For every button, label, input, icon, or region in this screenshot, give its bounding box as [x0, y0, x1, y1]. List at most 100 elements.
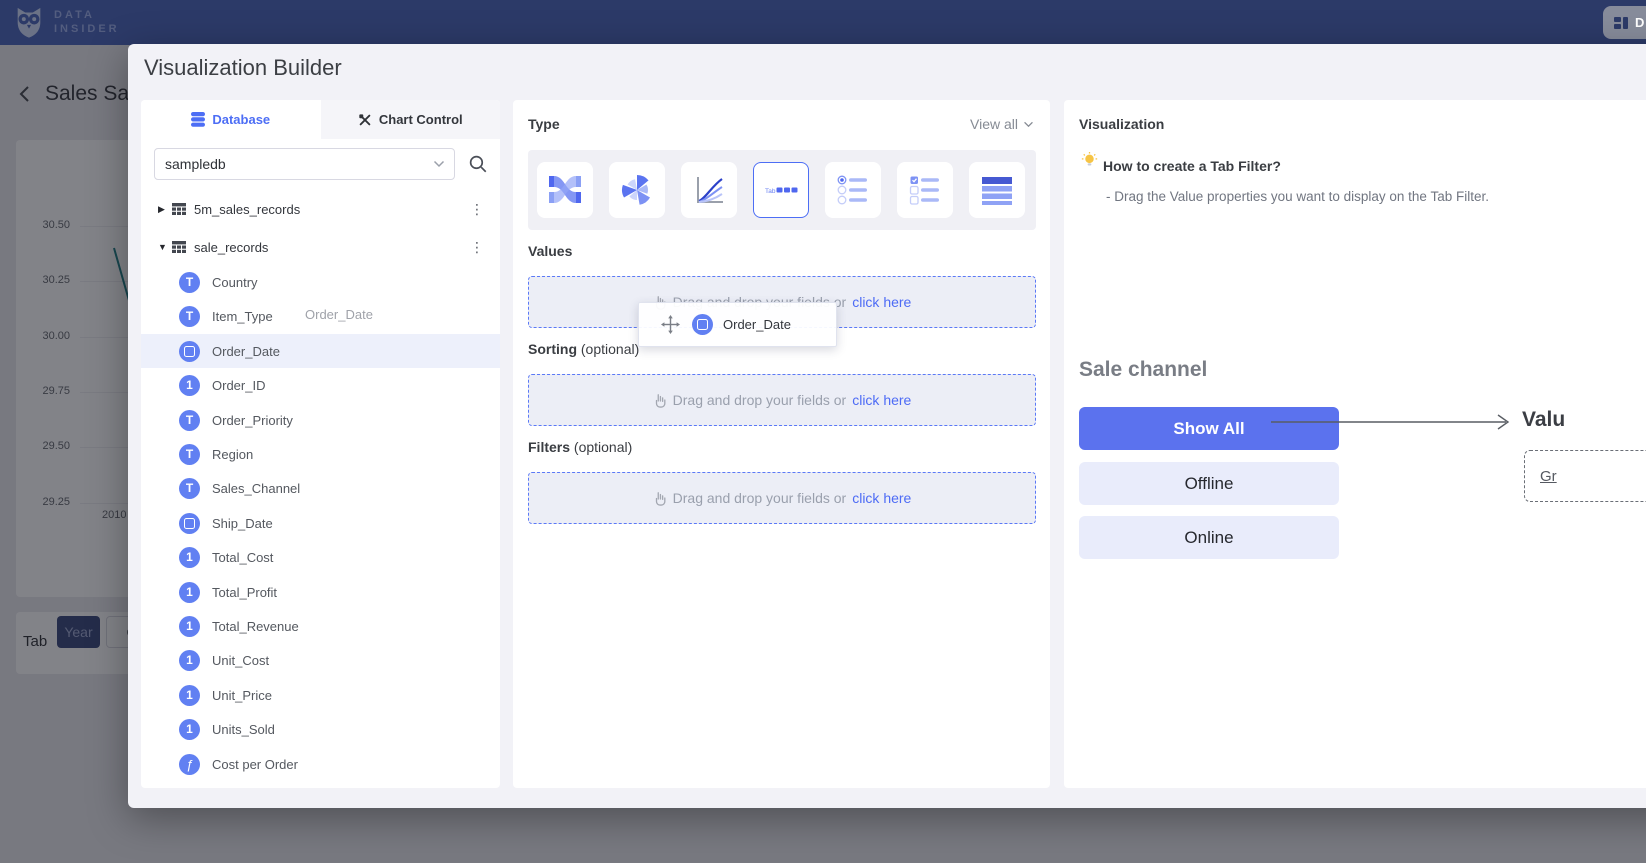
dropzone-hint: Drag and drop your fields or — [673, 392, 847, 408]
table-icon — [172, 241, 186, 254]
table-row-5m-sales-records[interactable]: ▶ 5m_sales_records ⋮ — [141, 192, 500, 226]
field-item[interactable]: 1 Units_Sold — [141, 712, 500, 746]
field-label: Unit_Cost — [212, 653, 269, 668]
field-label: Item_Type — [212, 309, 273, 324]
caret-right-icon[interactable]: ▶ — [158, 204, 172, 215]
field-label: Total_Cost — [212, 550, 273, 565]
chevron-down-icon[interactable] — [433, 160, 445, 168]
field-item[interactable]: 1 Order_ID — [141, 368, 500, 402]
chart-type-radio-list[interactable] — [825, 162, 881, 218]
table-row-sale-records[interactable]: ▼ sale_records ⋮ — [141, 230, 500, 264]
chart-type-line[interactable] — [681, 162, 737, 218]
annotation-value-label: Valu — [1522, 408, 1565, 432]
date-field-icon — [179, 341, 200, 362]
field-item[interactable]: T Country — [141, 265, 500, 299]
chart-type-tab-filter[interactable]: Tab — [753, 162, 809, 218]
brand-name: DATA INSIDER — [54, 8, 120, 36]
view-all-button[interactable]: View all — [970, 116, 1034, 132]
dashboard-nav-button[interactable]: D — [1603, 6, 1646, 39]
field-item-order-date[interactable]: Order_Date — [141, 334, 500, 368]
builder-panel: Type View all — [513, 100, 1050, 788]
number-field-icon: 1 — [179, 582, 200, 603]
screen: Sales Sa 30.50 30.25 30.00 29.75 29.50 2… — [0, 0, 1646, 863]
field-item[interactable]: 1 Total_Cost — [141, 540, 500, 574]
text-field-icon: T — [179, 272, 200, 293]
sorting-section-label: Sorting (optional) — [528, 341, 639, 357]
function-field-icon: ƒ — [179, 754, 200, 775]
text-field-icon: T — [179, 444, 200, 465]
table-name: 5m_sales_records — [194, 202, 300, 217]
owl-logo-icon — [12, 5, 46, 39]
move-icon — [661, 315, 680, 334]
text-field-icon: T — [179, 410, 200, 431]
number-field-icon: 1 — [179, 616, 200, 637]
tab-chart-control-label: Chart Control — [379, 112, 463, 127]
dropzone-click-here-link[interactable]: click here — [852, 392, 911, 408]
visualization-header: Visualization — [1079, 116, 1164, 132]
field-label: Region — [212, 447, 253, 462]
visualization-panel: Visualization How to create a Tab Filter… — [1064, 100, 1646, 788]
database-icon — [191, 112, 205, 127]
field-item[interactable]: T Sales_Channel — [141, 471, 500, 505]
database-select[interactable] — [154, 148, 455, 180]
visualization-builder-dialog: Visualization Builder Database Chart Con… — [128, 44, 1646, 808]
chart-type-strip: Tab — [528, 150, 1036, 230]
search-icon[interactable] — [468, 154, 487, 173]
field-item[interactable]: T Region — [141, 437, 500, 471]
number-field-icon: 1 — [179, 547, 200, 568]
sorting-dropzone[interactable]: Drag and drop your fields or click here — [528, 374, 1036, 426]
filters-dropzone[interactable]: Drag and drop your fields or click here — [528, 472, 1036, 524]
dropzone-click-here-link[interactable]: click here — [852, 294, 911, 310]
chevron-down-icon — [1023, 121, 1034, 128]
field-item[interactable]: 1 Unit_Price — [141, 678, 500, 712]
tip-title: How to create a Tab Filter? — [1103, 158, 1281, 174]
annotation-arrow — [1270, 411, 1516, 433]
svg-text:Tab: Tab — [765, 188, 776, 195]
tab-filter-offline-button[interactable]: Offline — [1079, 462, 1339, 505]
panel-tabs: Database Chart Control — [141, 100, 500, 139]
chart-type-sankey[interactable] — [537, 162, 593, 218]
field-item[interactable]: 1 Total_Revenue — [141, 609, 500, 643]
field-item[interactable]: ƒ Cost per Order — [141, 747, 500, 781]
drag-hand-icon — [653, 491, 667, 506]
tab-chart-control[interactable]: Chart Control — [321, 100, 501, 139]
line-chart-icon — [691, 172, 727, 208]
annotation-group-link[interactable]: Gr — [1540, 468, 1557, 485]
dragged-field-label: Order_Date — [723, 317, 791, 332]
date-field-icon — [179, 513, 200, 534]
tab-filter-online-button[interactable]: Online — [1079, 516, 1339, 559]
number-field-icon: 1 — [179, 650, 200, 671]
text-field-icon: T — [179, 478, 200, 499]
number-field-icon: 1 — [179, 719, 200, 740]
lightbulb-icon — [1081, 152, 1098, 169]
radio-list-icon — [835, 172, 871, 208]
chart-type-table[interactable] — [969, 162, 1025, 218]
table-menu-icon[interactable]: ⋮ — [470, 239, 484, 256]
field-label: Units_Sold — [212, 722, 275, 737]
field-label: Ship_Date — [212, 516, 273, 531]
field-label: Order_Priority — [212, 413, 293, 428]
dragged-field-chip[interactable]: Order_Date — [638, 302, 837, 347]
field-label: Total_Revenue — [212, 619, 299, 634]
type-section-label: Type — [528, 116, 560, 132]
field-label: Unit_Price — [212, 688, 272, 703]
field-item[interactable]: Ship_Date — [141, 506, 500, 540]
field-label: Country — [212, 275, 258, 290]
tab-database-label: Database — [212, 112, 270, 127]
filters-section-label: Filters (optional) — [528, 439, 632, 455]
table-menu-icon[interactable]: ⋮ — [470, 201, 484, 218]
caret-down-icon[interactable]: ▼ — [158, 242, 172, 252]
field-item[interactable]: 1 Total_Profit — [141, 575, 500, 609]
tab-database[interactable]: Database — [141, 100, 321, 139]
brand[interactable]: DATA INSIDER — [12, 5, 120, 39]
database-search-input[interactable] — [155, 156, 433, 172]
preview-chart-title: Sale channel — [1079, 358, 1207, 382]
field-item[interactable]: T Order_Priority — [141, 403, 500, 437]
pie-chart-icon — [619, 172, 655, 208]
field-item[interactable]: 1 Unit_Cost — [141, 643, 500, 677]
dropzone-click-here-link[interactable]: click here — [852, 490, 911, 506]
chart-type-checkbox-list[interactable] — [897, 162, 953, 218]
chart-type-pie[interactable] — [609, 162, 665, 218]
table-chart-icon — [979, 172, 1015, 208]
database-panel: Database Chart Control ▶ — [141, 100, 500, 788]
